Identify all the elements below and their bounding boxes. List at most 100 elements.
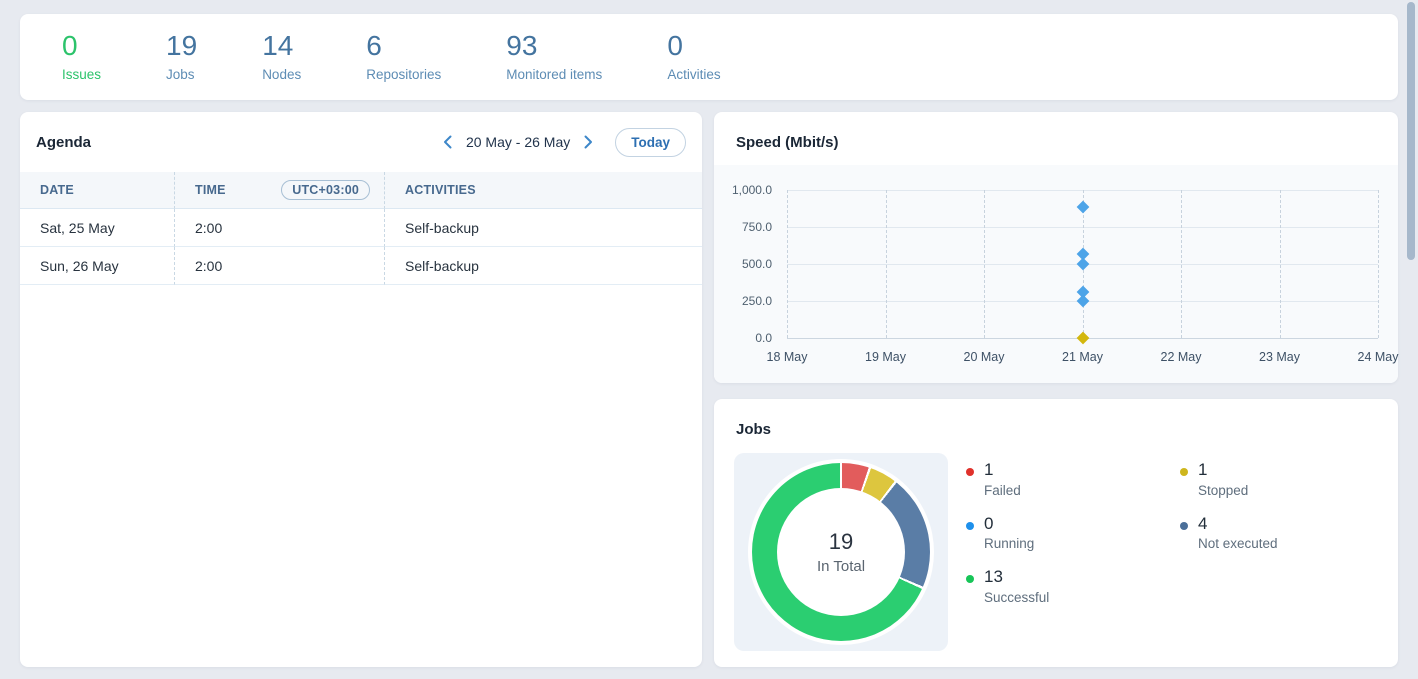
scatter-point[interactable] <box>1076 258 1089 271</box>
jobs-legend: 1 Failed 1 Stopped 0 Running <box>966 461 1410 605</box>
speed-chart: 1,000.0 750.0 500.0 250.0 0.0 18 May 19 May 20… <box>714 165 1398 383</box>
agenda-table-header: DATE TIME UTC+03:00 ACTIVITIES <box>20 172 702 209</box>
speed-y-axis: 1,000.0750.0500.0250.00.0 <box>714 190 780 338</box>
jobs-donut-card: 19 In Total <box>734 453 948 651</box>
x-tick-label: 22 May <box>1161 350 1202 364</box>
scatter-point[interactable] <box>1076 332 1089 345</box>
speed-title: Speed (Mbit/s) <box>736 134 839 151</box>
agenda-cell-activity: Self-backup <box>385 209 702 247</box>
stat-value: 6 <box>366 32 441 60</box>
y-tick-label: 1,000.0 <box>732 183 772 197</box>
stat-label: Jobs <box>166 67 197 82</box>
chevron-left-icon <box>443 135 452 149</box>
stats-list: 0 Issues 19 Jobs 14 Nodes 6 Repositories… <box>20 14 1398 100</box>
stat-item[interactable]: 0 Issues <box>62 32 101 82</box>
scrollbar-thumb[interactable] <box>1407 2 1415 260</box>
stat-item[interactable]: 14 Nodes <box>262 32 301 82</box>
scatter-point[interactable] <box>1076 295 1089 308</box>
date-range-label: 20 May - 26 May <box>466 134 570 150</box>
stat-value: 19 <box>166 32 197 60</box>
stat-label: Activities <box>667 67 720 82</box>
speed-x-axis: 18 May19 May20 May21 May22 May23 May24 M… <box>787 350 1378 368</box>
legend-label: Not executed <box>1198 536 1278 551</box>
speed-panel: Speed (Mbit/s) 1,000.0 750.0 500.0 250.0 0.0… <box>714 112 1398 383</box>
stat-value: 14 <box>262 32 301 60</box>
grid-vline <box>1181 190 1182 338</box>
agenda-row[interactable]: Sat, 25 May 2:00 Self-backup <box>20 209 702 247</box>
legend-item[interactable]: 13 Successful <box>966 568 1180 605</box>
x-tick-label: 24 May <box>1358 350 1399 364</box>
agenda-cell-time: 2:00 <box>175 209 385 247</box>
stat-value: 0 <box>62 32 101 60</box>
scatter-point[interactable] <box>1076 201 1089 214</box>
agenda-rows: Sat, 25 May 2:00 Self-backup Sun, 26 May… <box>20 209 702 285</box>
today-button[interactable]: Today <box>615 128 686 157</box>
y-tick-label: 250.0 <box>742 294 772 308</box>
legend-label: Successful <box>984 590 1049 605</box>
stat-value: 93 <box>506 32 602 60</box>
page-scrollbar[interactable] <box>1404 0 1418 679</box>
agenda-cell-activity: Self-backup <box>385 247 702 285</box>
legend-label: Failed <box>984 483 1021 498</box>
stat-item[interactable]: 6 Repositories <box>366 32 441 82</box>
column-header-activities: ACTIVITIES <box>385 172 702 209</box>
chevron-right-icon <box>584 135 593 149</box>
column-header-time: TIME UTC+03:00 <box>175 172 385 209</box>
legend-value: 1 <box>984 461 1021 480</box>
donut-ring: 19 In Total <box>752 463 930 641</box>
stat-item[interactable]: 93 Monitored items <box>506 32 602 82</box>
x-tick-label: 18 May <box>767 350 808 364</box>
grid-vline <box>984 190 985 338</box>
legend-dot <box>1180 468 1188 476</box>
agenda-row[interactable]: Sun, 26 May 2:00 Self-backup <box>20 247 702 285</box>
legend-value: 13 <box>984 568 1049 587</box>
jobs-total-value: 19 <box>829 529 853 555</box>
jobs-total-label: In Total <box>817 558 865 575</box>
legend-value: 1 <box>1198 461 1248 480</box>
legend-dot <box>966 468 974 476</box>
grid-vline <box>1378 190 1379 338</box>
legend-dot <box>966 575 974 583</box>
prev-week-button[interactable] <box>437 131 458 153</box>
legend-dot <box>966 522 974 530</box>
grid-vline <box>886 190 887 338</box>
legend-item[interactable]: 1 Stopped <box>1180 461 1410 498</box>
agenda-header: Agenda 20 May - 26 May Today <box>20 112 702 172</box>
x-tick-label: 23 May <box>1259 350 1300 364</box>
agenda-table: DATE TIME UTC+03:00 ACTIVITIES Sat, 25 M… <box>20 172 702 285</box>
grid-vline <box>1280 190 1281 338</box>
legend-item[interactable]: 1 Failed <box>966 461 1180 498</box>
stat-item[interactable]: 0 Activities <box>667 32 720 82</box>
speed-plot <box>787 190 1378 338</box>
jobs-donut-chart[interactable]: 19 In Total <box>748 459 934 645</box>
next-week-button[interactable] <box>578 131 599 153</box>
y-tick-label: 0.0 <box>755 331 772 345</box>
x-tick-label: 19 May <box>865 350 906 364</box>
time-header-label: TIME <box>195 183 226 197</box>
timezone-badge[interactable]: UTC+03:00 <box>281 180 370 200</box>
legend-item[interactable]: 4 Not executed <box>1180 515 1410 552</box>
y-tick-label: 750.0 <box>742 220 772 234</box>
column-header-date: DATE <box>20 172 175 209</box>
jobs-panel: Jobs 19 In Total 1 Failed <box>714 399 1398 667</box>
agenda-panel: Agenda 20 May - 26 May Today DATE TIME U… <box>20 112 702 667</box>
legend-item[interactable]: 0 Running <box>966 515 1180 552</box>
stats-bar: 0 Issues 19 Jobs 14 Nodes 6 Repositories… <box>20 14 1398 100</box>
agenda-cell-date: Sun, 26 May <box>20 247 175 285</box>
legend-dot <box>1180 522 1188 530</box>
agenda-title: Agenda <box>36 134 91 151</box>
stat-value: 0 <box>667 32 720 60</box>
stat-label: Issues <box>62 67 101 82</box>
date-navigation: 20 May - 26 May Today <box>437 128 686 157</box>
grid-vline <box>787 190 788 338</box>
donut-center: 19 In Total <box>777 488 905 616</box>
x-tick-label: 21 May <box>1062 350 1103 364</box>
legend-label: Stopped <box>1198 483 1248 498</box>
stat-label: Monitored items <box>506 67 602 82</box>
legend-label: Running <box>984 536 1034 551</box>
agenda-cell-date: Sat, 25 May <box>20 209 175 247</box>
x-tick-label: 20 May <box>964 350 1005 364</box>
stat-label: Repositories <box>366 67 441 82</box>
y-tick-label: 500.0 <box>742 257 772 271</box>
stat-item[interactable]: 19 Jobs <box>166 32 197 82</box>
